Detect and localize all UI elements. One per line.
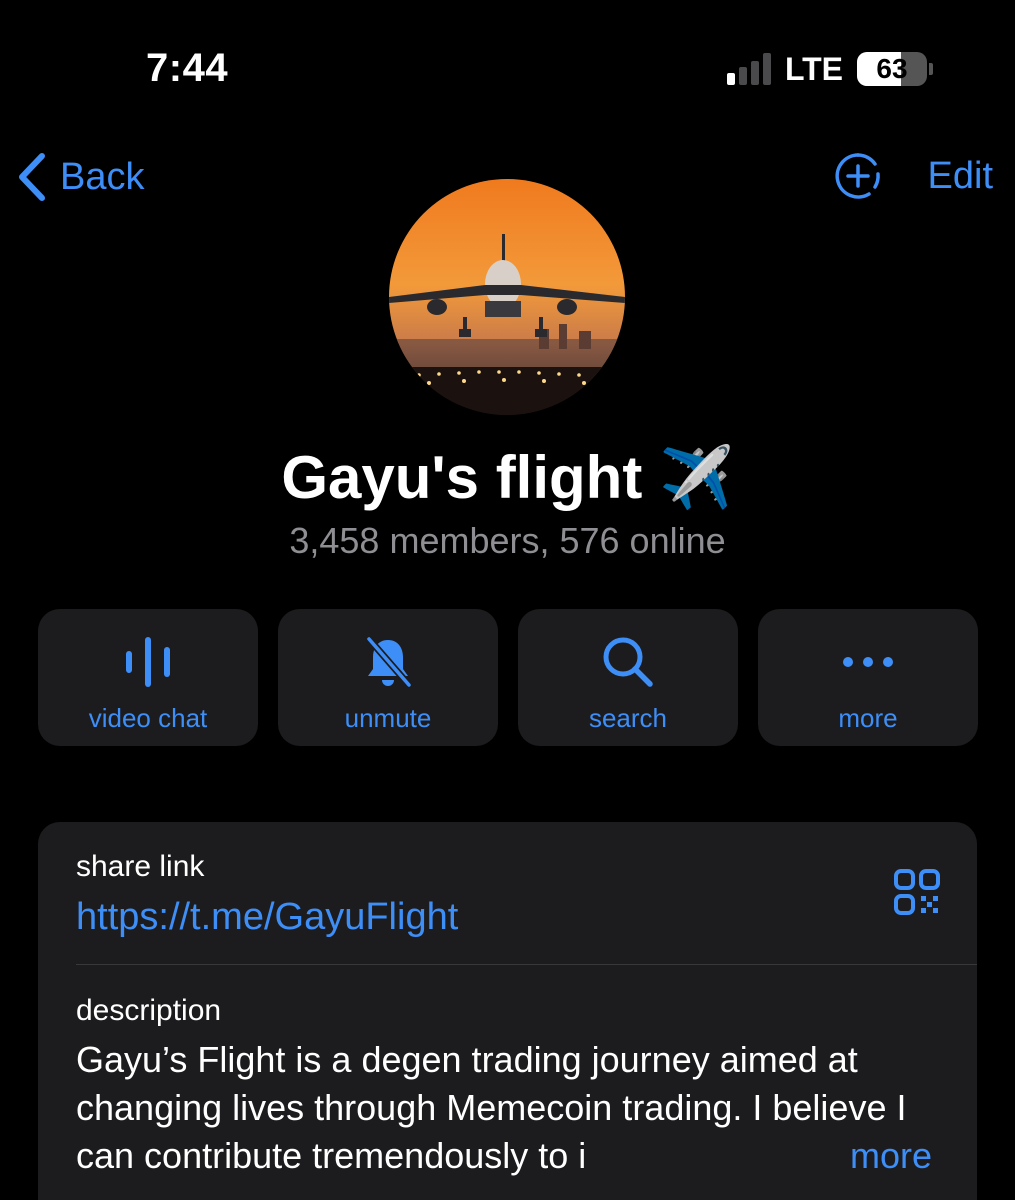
chevron-left-icon <box>19 153 45 201</box>
member-count: 3,458 members, 576 online <box>289 520 726 561</box>
search-button[interactable]: search <box>518 609 738 746</box>
airplane-landing-image <box>389 179 625 415</box>
more-button[interactable]: more <box>758 609 978 746</box>
edit-button[interactable]: Edit <box>928 155 993 198</box>
back-label: Back <box>60 155 145 198</box>
qr-code-icon[interactable] <box>893 868 941 921</box>
muted-bell-icon <box>363 635 413 689</box>
description-label: description <box>76 994 222 1027</box>
signal-icon <box>726 53 771 85</box>
video-chat-button[interactable]: video chat <box>38 609 258 746</box>
unmute-label: unmute <box>344 703 432 733</box>
battery-icon: 63 <box>857 52 927 86</box>
battery-tip <box>929 63 933 75</box>
battery-percent: 63 <box>876 53 908 84</box>
status-indicators: LTE 63 <box>726 50 933 88</box>
info-card: share link https://t.me/GayuFlight descr… <box>38 822 977 1200</box>
divider <box>76 964 977 965</box>
search-label: search <box>588 703 668 733</box>
back-button[interactable]: Back <box>16 152 144 202</box>
status-time: 7:44 <box>146 46 229 90</box>
network-type: LTE <box>784 50 843 87</box>
search-icon <box>601 635 655 689</box>
share-link-url[interactable]: https://t.me/GayuFlight <box>76 896 458 939</box>
share-link-label: share link <box>76 850 205 883</box>
ellipsis-icon <box>841 635 895 689</box>
description-more-link[interactable]: more <box>850 1132 932 1180</box>
action-bar: video chat unmute search more <box>38 609 978 746</box>
group-title: Gayu's flight ✈️ <box>281 444 734 511</box>
group-avatar[interactable] <box>389 179 625 415</box>
add-story-icon[interactable] <box>834 152 882 200</box>
more-label: more <box>838 703 898 733</box>
video-chat-label: video chat <box>88 703 208 733</box>
unmute-button[interactable]: unmute <box>278 609 498 746</box>
voice-chat-icon <box>123 635 173 689</box>
description-fade <box>658 1132 838 1180</box>
